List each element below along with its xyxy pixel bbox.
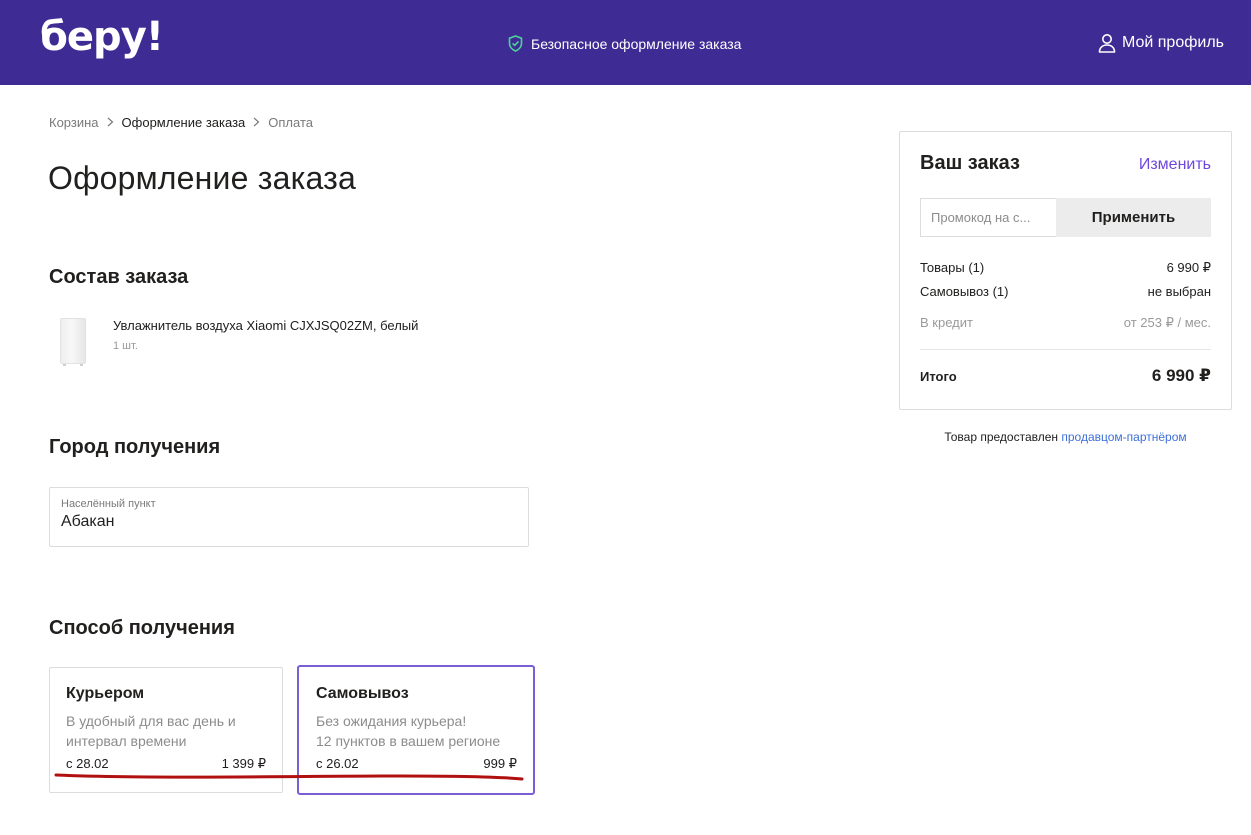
pickup-desc-line1: Без ожидания курьера!	[316, 713, 467, 729]
pickup-description: Без ожидания курьера! 12 пунктов в вашем…	[316, 711, 517, 751]
secure-checkout-notice: Безопасное оформление заказа	[508, 35, 741, 52]
credit-value: от 253 ₽ / мес.	[1123, 315, 1211, 330]
pickup-date: с 26.02	[316, 756, 359, 771]
courier-price: 1 399 ₽	[221, 756, 266, 771]
order-summary-card: Ваш заказ Изменить Применить Товары (1) …	[899, 131, 1232, 410]
total-value: 6 990 ₽	[1151, 366, 1211, 385]
product-name[interactable]: Увлажнитель воздуха Xiaomi CJXJSQ02ZM, б…	[113, 318, 418, 333]
summary-divider	[920, 349, 1211, 350]
breadcrumb-cart[interactable]: Корзина	[49, 115, 99, 130]
order-summary-title: Ваш заказ	[920, 152, 1020, 174]
product-image[interactable]	[55, 315, 90, 367]
apply-promo-button[interactable]: Применить	[1056, 198, 1211, 237]
pickup-title: Самовывоз	[316, 685, 409, 702]
credit-label: В кредит	[920, 315, 973, 330]
shield-check-icon	[508, 35, 523, 52]
page-title: Оформление заказа	[48, 160, 356, 196]
promo-code-form: Применить	[920, 198, 1211, 237]
chevron-right-icon	[253, 115, 260, 130]
pickup-row: Самовывоз (1) не выбран	[920, 284, 1211, 299]
goods-label: Товары (1)	[920, 260, 985, 275]
top-header: беру! Безопасное оформление заказа Мой п…	[0, 0, 1251, 85]
goods-value: 6 990 ₽	[1166, 260, 1211, 275]
courier-date: с 28.02	[66, 756, 109, 771]
city-section-title: Город получения	[49, 436, 221, 458]
partner-notice: Товар предоставлен продавцом-партнёром	[899, 430, 1232, 444]
chevron-right-icon	[107, 115, 114, 130]
partner-text: Товар предоставлен	[944, 430, 1062, 444]
breadcrumb-payment: Оплата	[268, 115, 314, 130]
breadcrumb: Корзина Оформление заказа Оплата	[49, 115, 313, 130]
total-label: Итого	[920, 369, 957, 384]
delivery-option-pickup[interactable]: Самовывоз Без ожидания курьера! 12 пункт…	[297, 665, 535, 795]
user-icon	[1098, 34, 1116, 53]
delivery-option-courier[interactable]: Курьером В удобный для вас день и интерв…	[49, 667, 283, 793]
city-input-value[interactable]: Абакан	[61, 513, 517, 531]
secure-text: Безопасное оформление заказа	[531, 35, 742, 52]
pickup-value: не выбран	[1147, 284, 1211, 299]
partner-link[interactable]: продавцом-партнёром	[1061, 430, 1186, 444]
courier-title: Курьером	[66, 685, 145, 702]
promo-code-input[interactable]	[920, 198, 1056, 237]
profile-label: Мой профиль	[1121, 34, 1224, 51]
logo[interactable]: беру!	[40, 14, 164, 60]
pickup-label: Самовывоз (1)	[920, 284, 1009, 299]
product-item: Увлажнитель воздуха Xiaomi CJXJSQ02ZM, б…	[55, 315, 418, 367]
credit-row: В кредит от 253 ₽ / мес.	[920, 315, 1211, 331]
breadcrumb-checkout: Оформление заказа	[121, 115, 246, 130]
product-quantity: 1 шт.	[113, 340, 138, 352]
total-row: Итого 6 990 ₽	[920, 366, 1211, 386]
change-order-link[interactable]: Изменить	[1139, 156, 1211, 174]
profile-link[interactable]: Мой профиль	[1098, 33, 1224, 53]
delivery-section-title: Способ получения	[49, 617, 235, 639]
pickup-desc-line2: 12 пунктов в вашем регионе	[316, 733, 501, 749]
city-input[interactable]: Населённый пункт Абакан	[49, 487, 529, 547]
order-contents-title: Состав заказа	[49, 266, 189, 288]
pickup-price: 999 ₽	[483, 756, 517, 771]
city-input-label: Населённый пункт	[61, 498, 156, 510]
courier-description: В удобный для вас день и интервал времен…	[66, 713, 236, 749]
goods-row: Товары (1) 6 990 ₽	[920, 260, 1211, 276]
